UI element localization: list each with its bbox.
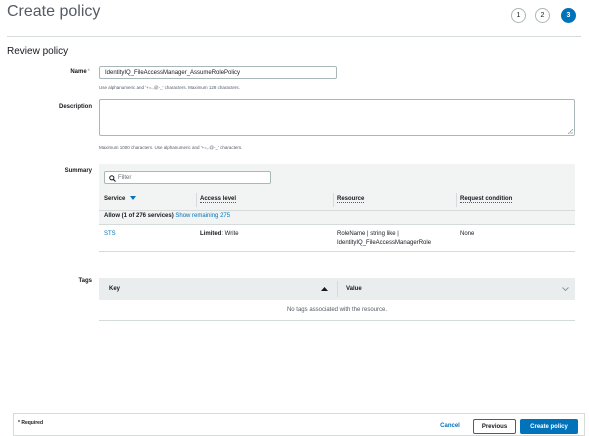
tags-table-bottom-border (99, 320, 575, 321)
cancel-button[interactable]: Cancel (434, 419, 466, 433)
column-separator (337, 281, 338, 297)
column-header-resource: Resource (337, 196, 365, 203)
column-header-request-condition: Request condition (460, 196, 513, 203)
step-1-indicator[interactable]: 1 (511, 8, 526, 23)
policy-name-input[interactable]: IdentityIQ_FileAccessManager_AssumeRoleP… (99, 66, 337, 79)
required-mark: * (87, 69, 90, 75)
column-header-service[interactable]: Service (104, 196, 137, 202)
resource-line-2: IdentityIQ_FileAccessManagerRole (337, 240, 432, 246)
required-note: * Required (18, 420, 44, 426)
name-hint: Use alphanumeric and '+=,.@-_' character… (99, 85, 240, 90)
resource-line-1: RoleName | string like | (337, 231, 399, 237)
section-title-review: Review policy (7, 46, 69, 57)
tags-label: Tags (78, 278, 92, 284)
name-label-text: Name (70, 69, 87, 75)
column-separator (196, 193, 197, 207)
summary-table-bottom-border (99, 251, 575, 252)
allow-count-text: Allow (1 of 276 services) (104, 213, 174, 219)
access-level-cell: Limited: Write (200, 230, 239, 239)
summary-filter-input[interactable]: Filter (104, 171, 271, 184)
resize-handle-icon[interactable] (568, 129, 573, 134)
show-remaining-link[interactable]: Show remaining 275 (175, 213, 230, 219)
column-separator (456, 193, 457, 207)
page-title: Create policy (7, 3, 101, 20)
access-level-bold: Limited (200, 231, 222, 237)
column-separator (333, 193, 334, 207)
description-textarea[interactable] (99, 99, 575, 136)
description-hint: Maximum 1000 characters. Use alphanumeri… (99, 145, 243, 150)
step-3-indicator[interactable]: 3 (561, 8, 576, 23)
service-link-sts[interactable]: STS (104, 230, 116, 239)
sort-caret-icon[interactable] (562, 287, 569, 291)
sort-up-icon[interactable] (321, 287, 328, 291)
tags-key-header[interactable]: Key (109, 286, 120, 292)
sort-down-icon (130, 196, 137, 201)
request-condition-cell: None (460, 231, 475, 237)
name-label: Name* (10, 69, 90, 75)
search-icon (109, 175, 116, 182)
filter-placeholder: Filter (118, 175, 132, 181)
create-policy-button[interactable]: Create policy (520, 419, 578, 434)
tags-value-header[interactable]: Value (346, 286, 362, 292)
tags-empty-message: No tags associated with the resource. (286, 307, 388, 313)
resource-cell: RoleName | string like | IdentityIQ_File… (337, 230, 431, 248)
allow-group-label: Allow (1 of 276 services) Show remaining… (104, 212, 230, 221)
header-divider (7, 36, 581, 37)
policy-name-value: IdentityIQ_FileAccessManager_AssumeRoleP… (105, 70, 241, 76)
service-header-label: Service (104, 196, 126, 202)
previous-button[interactable]: Previous (473, 419, 516, 434)
column-header-access-level: Access level (200, 196, 237, 203)
access-level-rest: : Write (221, 231, 239, 237)
summary-label: Summary (64, 168, 92, 174)
description-label: Description (58, 104, 92, 110)
step-2-indicator[interactable]: 2 (535, 8, 550, 23)
